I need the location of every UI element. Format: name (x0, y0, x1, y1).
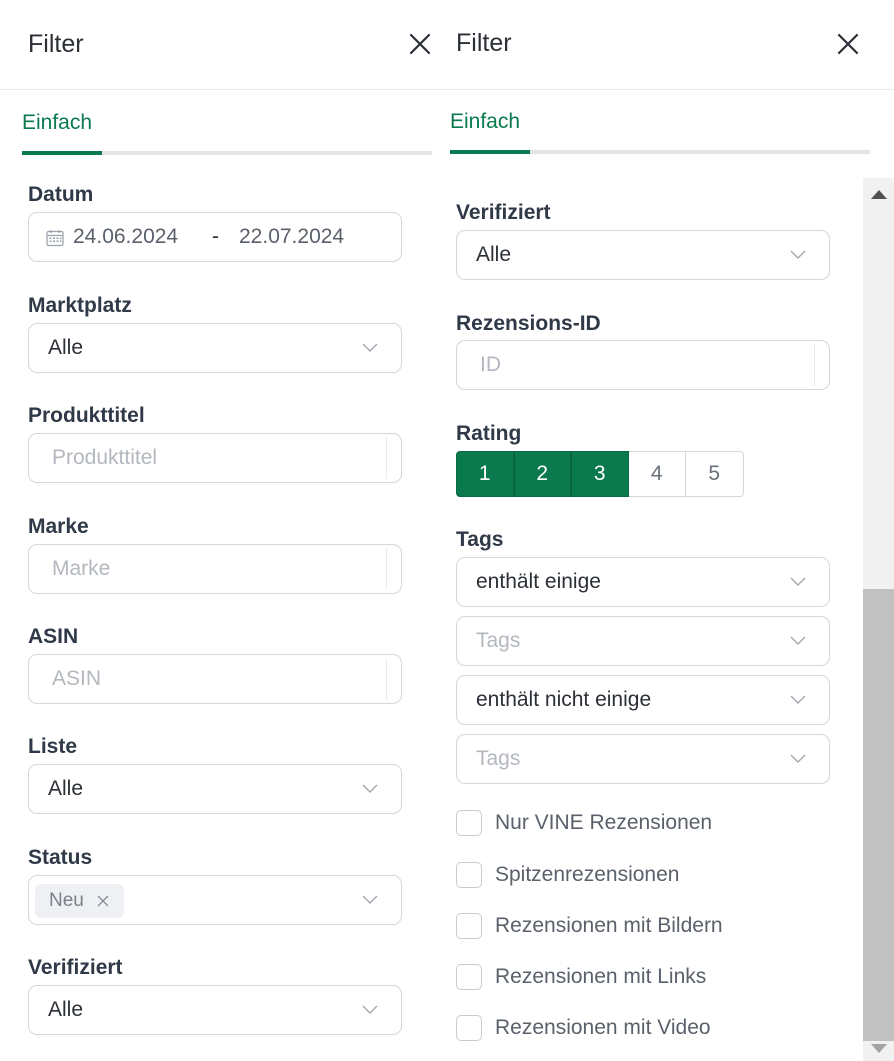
checkbox-label: Rezensionen mit Video (495, 1016, 711, 1039)
close-icon[interactable] (408, 32, 432, 56)
checkbox-label: Nur VINE Rezensionen (495, 811, 713, 834)
marktplatz-select[interactable]: Alle (28, 323, 402, 373)
liste-select[interactable]: Alle (28, 764, 402, 814)
input-divider (386, 658, 387, 700)
vertical-scrollbar[interactable] (863, 178, 894, 1061)
rating-4-button[interactable]: 4 (628, 451, 686, 497)
chevron-down-icon (789, 574, 807, 588)
checkbox-label: Spitzenrezensionen (495, 863, 680, 886)
rezensions-id-label: Rezensions-ID (456, 312, 601, 335)
tags-exclude-select[interactable]: Tags (456, 734, 830, 784)
tab-active-indicator (450, 150, 530, 154)
tags-exclude-mode-value: enthält nicht einige (476, 688, 652, 711)
status-multiselect[interactable]: Neu (28, 875, 402, 925)
date-to-value: 22.07.2024 (239, 225, 345, 248)
checkbox-with-images[interactable]: Rezensionen mit Bildern (456, 913, 723, 939)
produkttitel-label: Produkttitel (28, 404, 145, 427)
checkbox-top-reviews[interactable]: Spitzenrezensionen (456, 862, 679, 888)
date-from-value: 24.06.2024 (73, 225, 179, 248)
status-chip: Neu (35, 884, 124, 918)
checkbox-vine-only[interactable]: Nur VINE Rezensionen (456, 810, 712, 836)
verifiziert-label: Verifiziert (28, 956, 123, 979)
filter-panel-left: Filter Einfach Datum 24.06.2024 - 22.07.… (0, 0, 432, 1061)
rating-5-button[interactable]: 5 (686, 451, 744, 497)
tags-label: Tags (456, 528, 504, 551)
checkbox[interactable] (456, 1015, 482, 1041)
panel-title: Filter (456, 29, 512, 57)
tab-einfach[interactable]: Einfach (22, 111, 92, 135)
datum-label: Datum (28, 183, 94, 206)
checkbox[interactable] (456, 862, 482, 888)
marke-label: Marke (28, 515, 89, 538)
tags-include-mode-value: enthält einige (476, 570, 601, 593)
asin-placeholder: ASIN (52, 667, 102, 690)
verifiziert-value: Alle (476, 243, 512, 266)
marktplatz-value: Alle (48, 336, 84, 359)
produkttitel-placeholder: Produkttitel (52, 446, 158, 469)
liste-label: Liste (28, 735, 78, 758)
panel-header: Filter (432, 0, 894, 90)
chevron-down-icon (361, 892, 379, 906)
rating-2-button[interactable]: 2 (513, 451, 571, 497)
tab-active-indicator (22, 151, 102, 155)
chevron-down-icon (361, 781, 379, 795)
input-divider (386, 548, 387, 590)
chevron-down-icon (361, 340, 379, 354)
chevron-down-icon (361, 1002, 379, 1016)
input-divider (814, 344, 815, 386)
checkbox-with-links[interactable]: Rezensionen mit Links (456, 964, 706, 990)
tags-include-mode-select[interactable]: enthält einige (456, 557, 830, 607)
rezensions-id-placeholder: ID (480, 353, 501, 376)
marke-input[interactable]: Marke (28, 544, 402, 594)
tab-einfach[interactable]: Einfach (450, 110, 520, 134)
scrollbar-thumb[interactable] (863, 589, 894, 1041)
checkbox-label: Rezensionen mit Bildern (495, 914, 723, 937)
tags-include-placeholder: Tags (476, 629, 521, 652)
chip-remove-icon[interactable] (96, 894, 110, 908)
status-label: Status (28, 846, 93, 869)
panel-title: Filter (28, 30, 84, 58)
marke-placeholder: Marke (52, 557, 111, 580)
tags-include-select[interactable]: Tags (456, 616, 830, 666)
scroll-down-arrow-icon[interactable] (871, 1044, 887, 1053)
produkttitel-input[interactable]: Produkttitel (28, 433, 402, 483)
close-icon[interactable] (836, 32, 860, 56)
panel-header: Filter (0, 0, 432, 90)
tags-exclude-placeholder: Tags (476, 747, 521, 770)
chevron-down-icon (789, 633, 807, 647)
verifiziert-select[interactable]: Alle (28, 985, 402, 1035)
chevron-down-icon (789, 247, 807, 261)
checkbox[interactable] (456, 810, 482, 836)
scroll-up-arrow-icon[interactable] (871, 190, 887, 199)
checkbox[interactable] (456, 913, 482, 939)
date-separator: - (212, 225, 219, 248)
rating-1-button[interactable]: 1 (456, 451, 514, 497)
asin-label: ASIN (28, 625, 79, 648)
verifiziert-label: Verifiziert (456, 201, 551, 224)
checkbox-label: Rezensionen mit Links (495, 965, 707, 988)
marktplatz-label: Marktplatz (28, 294, 132, 317)
status-chip-label: Neu (49, 890, 84, 911)
rating-3-button[interactable]: 3 (571, 451, 629, 497)
calendar-icon (45, 228, 65, 248)
verifiziert-select[interactable]: Alle (456, 230, 830, 280)
liste-value: Alle (48, 777, 84, 800)
rezensions-id-input[interactable]: ID (456, 340, 830, 390)
filter-panel-right: Filter Einfach Verifiziert Alle Rezensio… (432, 0, 894, 1061)
checkbox-with-video[interactable]: Rezensionen mit Video (456, 1015, 711, 1041)
rating-label: Rating (456, 422, 522, 445)
input-divider (386, 437, 387, 479)
checkbox[interactable] (456, 964, 482, 990)
verifiziert-value: Alle (48, 998, 84, 1021)
chevron-down-icon (789, 751, 807, 765)
tags-exclude-mode-select[interactable]: enthält nicht einige (456, 675, 830, 725)
chevron-down-icon (789, 692, 807, 706)
rating-button-group: 1 2 3 4 5 (456, 451, 744, 497)
asin-input[interactable]: ASIN (28, 654, 402, 704)
date-range-input[interactable]: 24.06.2024 - 22.07.2024 (28, 212, 402, 262)
